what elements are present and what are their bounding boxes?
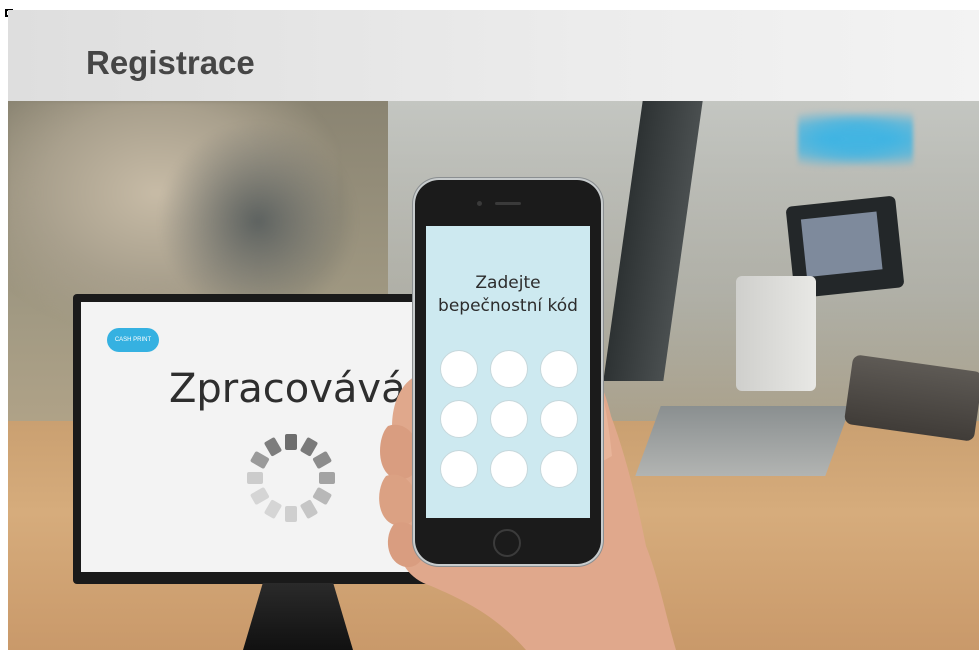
loading-spinner-icon <box>247 434 335 522</box>
background-device <box>736 276 816 391</box>
page-title: Registrace <box>86 44 255 81</box>
keypad-button-4[interactable] <box>440 400 478 438</box>
brand-logo: CASH PRINT <box>107 328 159 352</box>
keypad-button-2[interactable] <box>490 350 528 388</box>
phone-camera <box>477 201 482 206</box>
keypad-button-1[interactable] <box>440 350 478 388</box>
prompt-line-2: bepečnostní kód <box>438 296 578 316</box>
keypad-button-7[interactable] <box>440 450 478 488</box>
security-keypad <box>440 350 580 488</box>
keypad-button-8[interactable] <box>490 450 528 488</box>
keypad-button-3[interactable] <box>540 350 578 388</box>
home-button[interactable] <box>493 529 521 557</box>
background-person-shadow <box>158 121 358 321</box>
prompt-line-1: Zadejte <box>475 273 541 293</box>
phone-screen: Zadejte bepečnostní kód <box>426 226 590 518</box>
background-logo <box>798 109 913 169</box>
smartphone: Zadejte bepečnostní kód <box>415 180 601 564</box>
keypad-button-6[interactable] <box>540 400 578 438</box>
header-bar: Registrace <box>8 10 979 101</box>
keypad-button-5[interactable] <box>490 400 528 438</box>
security-code-prompt: Zadejte bepečnostní kód <box>426 272 590 318</box>
keypad-button-9[interactable] <box>540 450 578 488</box>
phone-speaker <box>495 202 521 205</box>
